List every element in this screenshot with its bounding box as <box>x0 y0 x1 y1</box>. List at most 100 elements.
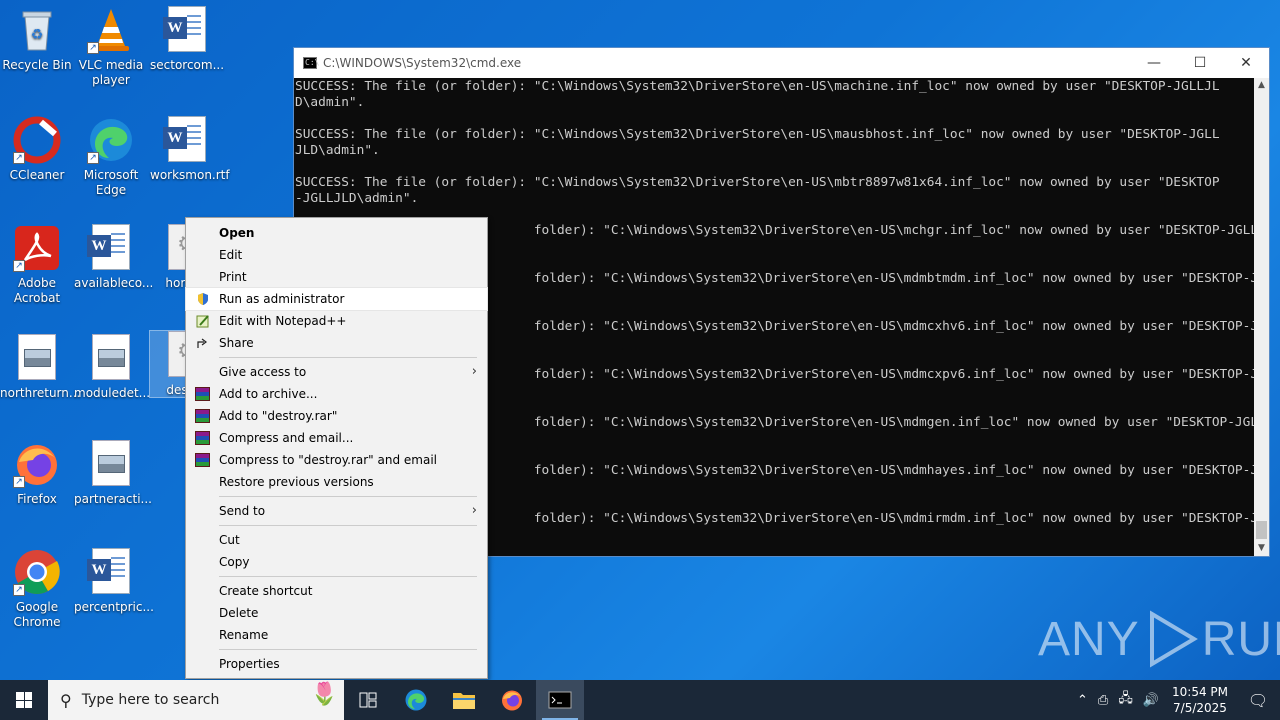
menu-item-run-as-administrator[interactable]: Run as administrator <box>185 287 488 311</box>
menu-item-add-to-archive[interactable]: Add to archive... <box>186 383 487 405</box>
desktop-icon-northreturn[interactable]: northreturn... <box>0 334 80 401</box>
adobe-acrobat-icon: ↗ <box>13 224 61 272</box>
shortcut-arrow-icon: ↗ <box>13 260 25 272</box>
scroll-up-icon[interactable]: ▲ <box>1254 78 1269 93</box>
menu-item-edit-with-notepadpp[interactable]: Edit with Notepad++ <box>186 310 487 332</box>
shortcut-arrow-icon: ↗ <box>87 152 99 164</box>
taskbar-firefox[interactable] <box>488 680 536 720</box>
console-line: D\admin". <box>295 95 365 110</box>
scrollbar-thumb[interactable] <box>1256 521 1267 539</box>
taskbar-edge[interactable] <box>392 680 440 720</box>
winrar-icon <box>195 409 210 423</box>
context-menu: Open Edit Print Run as administrator Edi… <box>185 217 488 679</box>
desktop-icon-moduledet[interactable]: moduledet... <box>74 334 150 401</box>
menu-item-open[interactable]: Open <box>186 222 487 244</box>
menu-item-copy[interactable]: Copy <box>186 551 487 573</box>
desktop-icon-vlc[interactable]: ↗ VLC media player <box>74 6 148 88</box>
menu-separator <box>219 576 477 577</box>
close-button[interactable]: ✕ <box>1223 48 1269 78</box>
vlc-cone-icon: ↗ <box>87 6 135 54</box>
cmd-icon <box>548 691 572 709</box>
menu-item-delete[interactable]: Delete <box>186 602 487 624</box>
menu-separator <box>219 649 477 650</box>
notifications-icon[interactable]: 🗨 <box>1236 691 1280 710</box>
menu-item-properties[interactable]: Properties <box>186 653 487 675</box>
show-hidden-icons-chevron-icon[interactable]: ⌃ <box>1072 693 1093 708</box>
svg-text:♻: ♻ <box>31 27 44 43</box>
desktop-icon-microsoft-edge[interactable]: ↗ Microsoft Edge <box>74 116 148 198</box>
search-placeholder: Type here to search <box>81 692 220 708</box>
minimize-button[interactable]: — <box>1131 48 1177 78</box>
menu-item-restore-previous-versions[interactable]: Restore previous versions <box>186 471 487 493</box>
word-document-icon: W <box>163 6 211 54</box>
desktop-icon-partneracti[interactable]: partneracti... <box>74 440 152 507</box>
cmd-title-bar[interactable]: C:\ C:\WINDOWS\System32\cmd.exe — ☐ ✕ <box>294 48 1269 78</box>
console-line: SUCCESS: The file (or folder): "C:\Windo… <box>295 79 1220 94</box>
desktop-icon-adobe-acrobat[interactable]: ↗ Adobe Acrobat <box>0 224 74 306</box>
clock[interactable]: 10:54 PM 7/5/2025 <box>1164 684 1236 716</box>
maximize-button[interactable]: ☐ <box>1177 48 1223 78</box>
shortcut-arrow-icon: ↗ <box>87 42 99 54</box>
desktop-icon-ccleaner[interactable]: ↗ CCleaner <box>0 116 74 183</box>
scroll-down-icon[interactable]: ▼ <box>1254 541 1269 556</box>
network-icon[interactable]: 🖧 <box>1113 689 1138 711</box>
folder-icon <box>453 693 475 709</box>
windows-logo-icon <box>16 692 32 708</box>
task-view-icon <box>359 692 377 708</box>
shortcut-arrow-icon: ↗ <box>13 476 25 488</box>
winrar-icon <box>195 387 210 401</box>
search-icon: ⚲ <box>60 690 72 710</box>
console-line: JLD\admin". <box>295 143 380 158</box>
desktop-icon-percentpric[interactable]: W percentpric... <box>74 548 154 615</box>
menu-item-print[interactable]: Print <box>186 266 487 288</box>
menu-separator <box>219 525 477 526</box>
firefox-icon <box>502 690 522 711</box>
desktop-icon-worksmon[interactable]: W worksmon.rtf <box>150 116 230 183</box>
desktop-icon-firefox[interactable]: ↗ Firefox <box>0 440 74 507</box>
menu-item-edit[interactable]: Edit <box>186 244 487 266</box>
image-file-icon <box>87 334 135 382</box>
menu-item-compress-and-email[interactable]: Compress and email... <box>186 427 487 449</box>
firefox-icon: ↗ <box>13 440 61 488</box>
menu-item-add-to-destroy-rar[interactable]: Add to "destroy.rar" <box>186 405 487 427</box>
task-view-button[interactable] <box>344 680 392 720</box>
word-document-icon: W <box>87 548 135 596</box>
menu-item-give-access-to[interactable]: Give access to › <box>186 361 487 383</box>
shortcut-arrow-icon: ↗ <box>13 584 25 596</box>
menu-item-cut[interactable]: Cut <box>186 529 487 551</box>
notepadpp-icon <box>195 314 210 328</box>
anyrun-watermark: ANY RUN <box>1038 608 1280 670</box>
desktop-icon-sectorcom[interactable]: W sectorcom... <box>150 6 224 73</box>
desktop-icon-recycle-bin[interactable]: ♻ Recycle Bin <box>0 6 74 73</box>
menu-separator <box>219 357 477 358</box>
menu-item-send-to[interactable]: Send to › <box>186 500 487 522</box>
ccleaner-icon: ↗ <box>13 116 61 164</box>
menu-item-rename[interactable]: Rename <box>186 624 487 646</box>
clock-time: 10:54 PM <box>1172 685 1228 699</box>
word-document-icon: W <box>87 224 135 272</box>
volume-icon[interactable]: 🔊 <box>1138 693 1164 708</box>
system-tray: ⌃ ⎙ 🖧 🔊 10:54 PM 7/5/2025 🗨 <box>1072 680 1280 720</box>
menu-item-compress-to-destroy-rar-and-email[interactable]: Compress to "destroy.rar" and email <box>186 449 487 471</box>
taskbar-search-box[interactable]: ⚲ Type here to search 🌷 <box>48 680 344 720</box>
start-button[interactable] <box>0 680 48 720</box>
taskbar-cmd[interactable] <box>536 680 584 720</box>
image-file-icon <box>13 334 61 382</box>
edge-icon: ↗ <box>87 116 135 164</box>
console-line: SUCCESS: The file (or folder): "C:\Windo… <box>295 127 1220 142</box>
desktop-icon-google-chrome[interactable]: ↗ Google Chrome <box>0 548 74 630</box>
menu-item-create-shortcut[interactable]: Create shortcut <box>186 580 487 602</box>
play-triangle-icon <box>1149 610 1198 668</box>
menu-item-share[interactable]: Share <box>186 332 487 354</box>
taskbar-file-explorer[interactable] <box>440 680 488 720</box>
image-file-icon <box>87 440 135 488</box>
chevron-right-icon: › <box>471 364 477 379</box>
vertical-scrollbar[interactable]: ▲ ▼ <box>1254 78 1269 556</box>
chevron-right-icon: › <box>471 503 477 518</box>
taskbar: ⚲ Type here to search 🌷 ⌃ ⎙ 🖧 🔊 10:54 PM… <box>0 680 1280 720</box>
winrar-icon <box>195 431 210 445</box>
device-icon[interactable]: ⎙ <box>1093 693 1113 708</box>
desktop-icon-availableco[interactable]: W availableco... <box>74 224 153 291</box>
